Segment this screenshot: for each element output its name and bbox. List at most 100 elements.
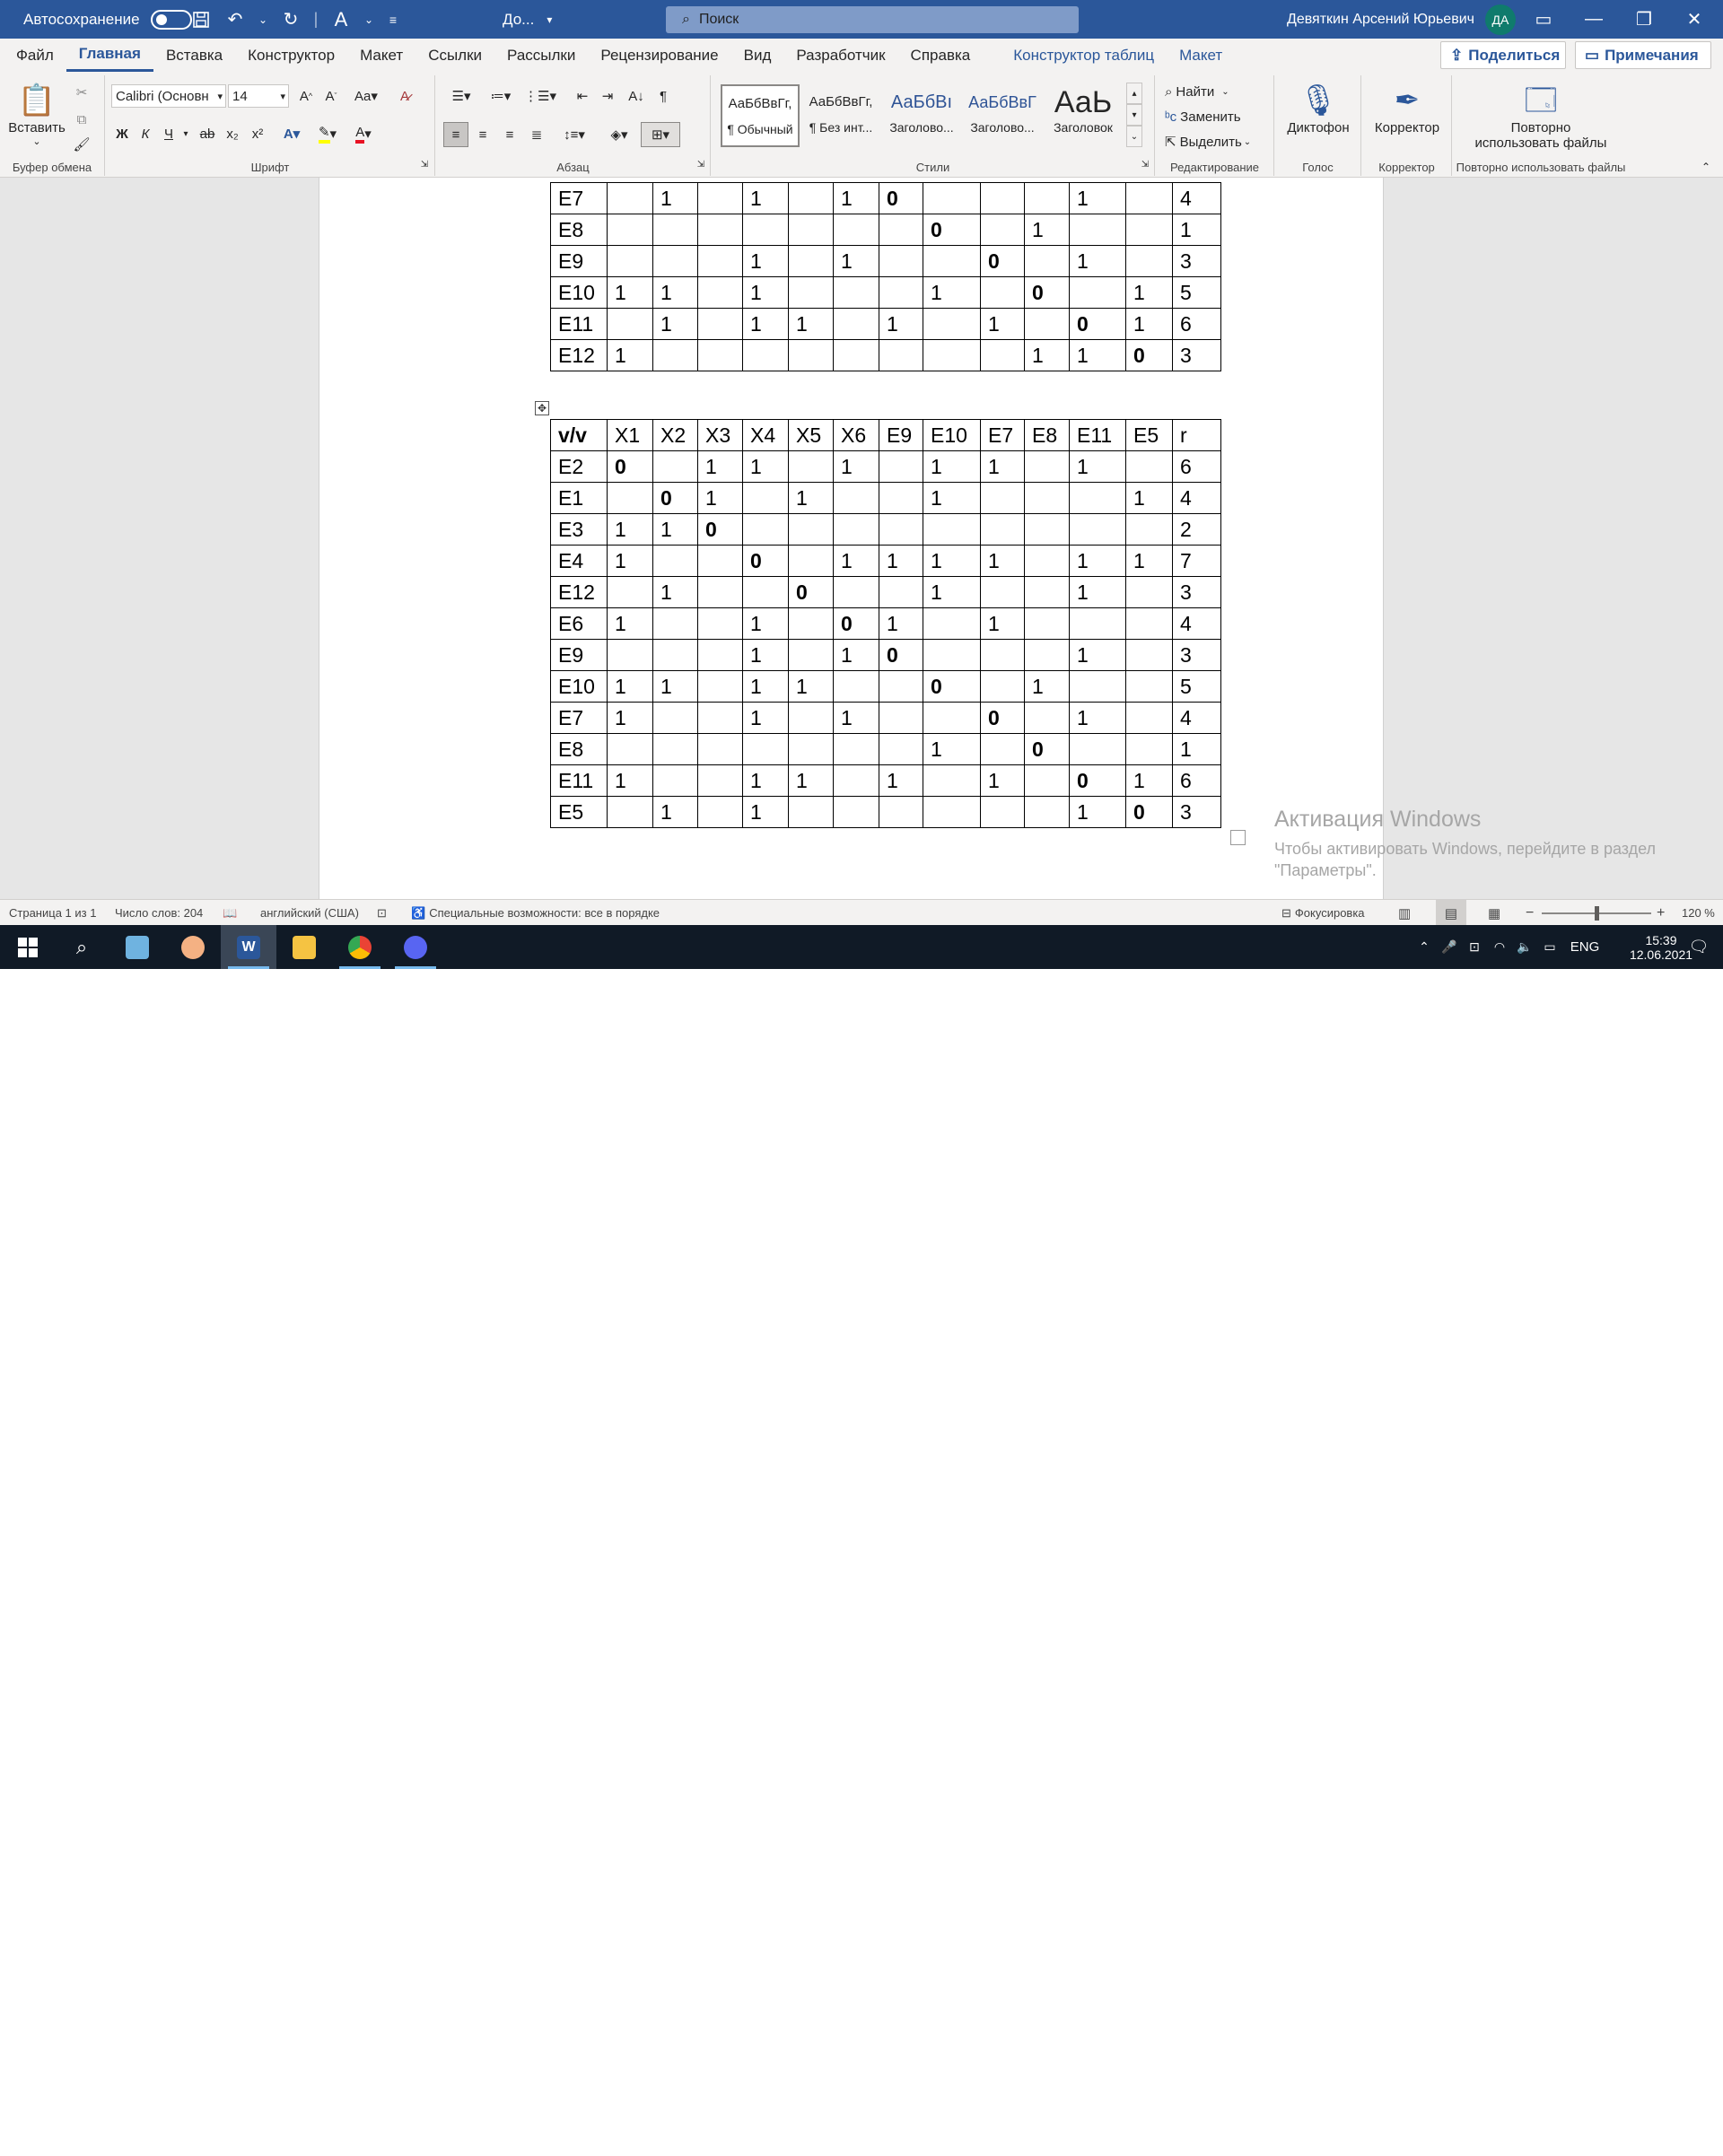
table-header-cell[interactable]: E10 [923, 419, 981, 451]
table-cell[interactable] [1125, 450, 1173, 483]
table-cell[interactable] [1069, 607, 1126, 640]
dictate-button[interactable]: 🎙 Диктофон [1282, 81, 1354, 135]
copy-icon[interactable]: ⧉ [72, 109, 92, 129]
table-cell[interactable] [607, 639, 653, 671]
table-header-cell[interactable]: E8 [1024, 419, 1070, 451]
table-cell[interactable]: 1 [1024, 214, 1070, 246]
table-cell[interactable]: 1 [788, 482, 834, 514]
table-cell[interactable] [607, 308, 653, 340]
table-cell[interactable]: 1 [652, 182, 698, 214]
table-cell[interactable]: 1 [607, 339, 653, 371]
increase-indent-icon[interactable]: ⇥ [596, 84, 619, 108]
table-cell[interactable]: 1 [1172, 733, 1221, 765]
table-cell[interactable] [923, 513, 981, 546]
ribbon-display-options-icon[interactable]: ▭ [1518, 0, 1569, 39]
row-label-cell[interactable]: E12 [550, 339, 608, 371]
table-cell[interactable]: 1 [1125, 276, 1173, 309]
clear-formatting-icon[interactable]: A̷ [393, 84, 416, 108]
customize-toolbar-icon[interactable]: ≡ [384, 7, 402, 32]
tab-file[interactable]: Файл [4, 39, 66, 72]
table-cell[interactable]: 1 [879, 764, 923, 797]
table-cell[interactable] [980, 482, 1025, 514]
table-cell[interactable] [923, 245, 981, 277]
input-language[interactable]: ENG [1558, 925, 1612, 969]
table-header-cell[interactable]: E11 [1069, 419, 1126, 451]
table-cell[interactable]: 1 [742, 764, 789, 797]
table-cell[interactable] [879, 576, 923, 608]
table-cell[interactable]: 1 [652, 513, 698, 546]
row-label-cell[interactable]: E5 [550, 796, 608, 828]
style-heading-2[interactable]: АаБбВвГ Заголово... [963, 84, 1042, 147]
table-cell[interactable] [879, 482, 923, 514]
table-cell[interactable] [980, 733, 1025, 765]
read-mode-icon[interactable]: ▥ [1398, 900, 1411, 926]
table-cell[interactable] [980, 339, 1025, 371]
table-cell[interactable] [788, 639, 834, 671]
battery-icon[interactable]: ▭ [1540, 925, 1560, 969]
table-cell[interactable] [833, 482, 879, 514]
table-cell[interactable] [788, 796, 834, 828]
table-header-cell[interactable]: X5 [788, 419, 834, 451]
close-icon[interactable]: ✕ [1669, 0, 1719, 39]
table-cell[interactable] [607, 182, 653, 214]
table-cell[interactable]: 0 [923, 670, 981, 703]
table-cell[interactable] [652, 639, 698, 671]
table-cell[interactable]: 3 [1172, 796, 1221, 828]
table-cell[interactable] [742, 733, 789, 765]
table-cell[interactable]: 0 [1069, 308, 1126, 340]
table-cell[interactable] [607, 733, 653, 765]
justify-icon[interactable]: ≣ [524, 122, 549, 147]
align-center-icon[interactable]: ≡ [470, 122, 495, 147]
discord-app-icon[interactable] [388, 925, 443, 969]
table-cell[interactable] [980, 639, 1025, 671]
table-cell[interactable] [923, 607, 981, 640]
style-no-spacing[interactable]: АаБбВвГг, ¶ Без инт... [801, 84, 880, 147]
table-cell[interactable]: 6 [1172, 764, 1221, 797]
table-cell[interactable] [923, 702, 981, 734]
table-cell[interactable]: 1 [1125, 764, 1173, 797]
row-label-cell[interactable]: E3 [550, 513, 608, 546]
table-cell[interactable] [1069, 513, 1126, 546]
style-title[interactable]: АаЬ Заголовок [1044, 84, 1123, 147]
paint-app-icon[interactable] [165, 925, 221, 969]
data-table-1[interactable]: E7 1 1 1 0 1 4 E8 0 1 1 E9 1 1 0 1 3 E10 1 1 1 1 0 1 5 E11 1 1 1 1 1 0 1… [550, 182, 1221, 371]
table-cell[interactable] [607, 482, 653, 514]
table-cell[interactable] [923, 182, 981, 214]
language[interactable]: английский (США) [260, 900, 359, 926]
table-cell[interactable] [833, 670, 879, 703]
table-cell[interactable] [980, 276, 1025, 309]
table-cell[interactable] [1024, 576, 1070, 608]
table-cell[interactable]: 0 [923, 214, 981, 246]
zoom-out-icon[interactable]: − [1526, 900, 1534, 926]
table-cell[interactable]: 1 [923, 545, 981, 577]
table-cell[interactable] [697, 245, 743, 277]
table-cell[interactable]: 1 [879, 607, 923, 640]
table-cell[interactable] [980, 796, 1025, 828]
table-cell[interactable]: 0 [1069, 764, 1126, 797]
table-cell[interactable]: 6 [1172, 450, 1221, 483]
table-cell[interactable] [697, 182, 743, 214]
table-cell[interactable]: 1 [980, 545, 1025, 577]
table-header-cell[interactable]: X2 [652, 419, 698, 451]
table-cell[interactable] [788, 245, 834, 277]
table-cell[interactable] [980, 670, 1025, 703]
table-cell[interactable]: 1 [742, 702, 789, 734]
search-icon[interactable]: ⌕ [54, 925, 109, 969]
table-cell[interactable]: 1 [923, 276, 981, 309]
table-cell[interactable] [833, 733, 879, 765]
table-cell[interactable]: 0 [607, 450, 653, 483]
table-cell[interactable] [980, 513, 1025, 546]
table-cell[interactable] [923, 764, 981, 797]
table-cell[interactable]: 1 [1125, 308, 1173, 340]
table-cell[interactable] [833, 513, 879, 546]
table-cell[interactable]: 0 [1125, 796, 1173, 828]
table-cell[interactable]: 3 [1172, 639, 1221, 671]
table-header-cell[interactable]: X6 [833, 419, 879, 451]
table-cell[interactable]: 1 [879, 308, 923, 340]
table-cell[interactable]: 1 [607, 276, 653, 309]
cut-icon[interactable]: ✂ [72, 83, 92, 102]
row-label-cell[interactable]: E1 [550, 482, 608, 514]
tab-view[interactable]: Вид [731, 39, 784, 72]
borders-icon[interactable]: ⊞▾ [641, 122, 680, 147]
table-cell[interactable]: 1 [1125, 545, 1173, 577]
